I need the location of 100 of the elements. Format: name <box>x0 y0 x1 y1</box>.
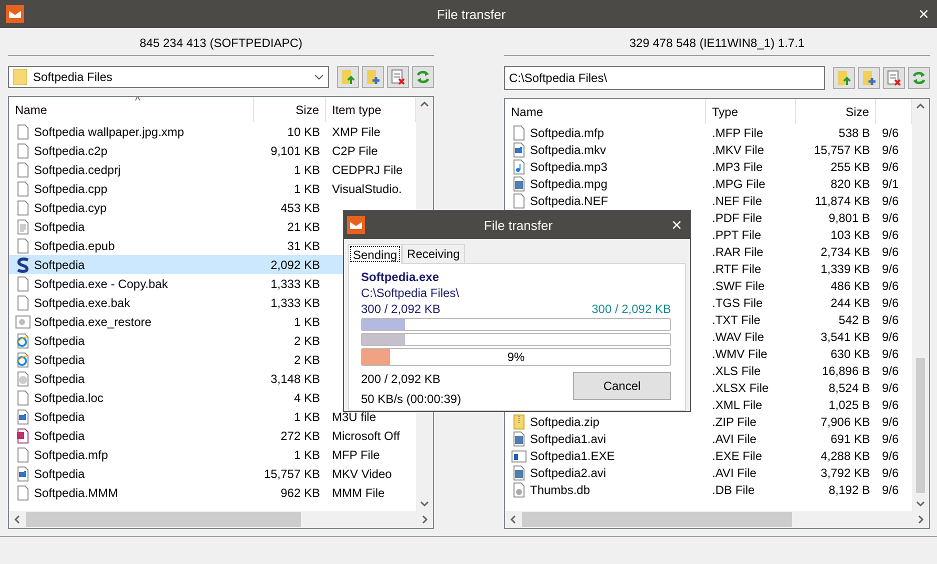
done-amount: 200 / 2,092 KB <box>361 372 442 386</box>
file-name: Softpedia.exe.bak <box>34 296 130 310</box>
file-name: Softpedia.c2p <box>34 144 108 158</box>
file-size: 16,896 B <box>822 364 870 378</box>
file-date: 9/6 <box>882 296 899 310</box>
file-type: .PDF File <box>712 210 762 224</box>
file-size: 31 KB <box>287 238 320 252</box>
file-size: 453 KB <box>280 200 320 214</box>
file-date: 9/6 <box>882 278 899 292</box>
computer-label: 845 234 413 (SOFTPEDIAPC) <box>8 30 434 56</box>
file-date: 9/6 <box>882 414 899 428</box>
file-type: .MFP File <box>712 126 764 140</box>
file-size: 3,148 KB <box>270 372 320 386</box>
file-size: 4,288 KB <box>820 448 870 462</box>
file-size: 2 KB <box>294 352 320 366</box>
file-size: 1,339 KB <box>820 262 870 276</box>
file-name: Softpedia.NEF <box>530 194 608 208</box>
percent-label: 9% <box>507 350 525 364</box>
file-size: 10 KB <box>287 124 320 138</box>
file-type: .MKV File <box>712 142 764 156</box>
file-size: 820 KB <box>830 176 870 190</box>
file-size: 3,792 KB <box>820 466 870 480</box>
file-type: .TXT File <box>712 312 760 326</box>
file-date: 9/6 <box>882 448 899 462</box>
file-name: Softpedia <box>34 410 85 424</box>
file-name: Softpedia.mfp <box>34 448 108 462</box>
file-type: .WAV File <box>712 330 764 344</box>
file-size: 21 KB <box>287 220 320 234</box>
file-size: 2,734 KB <box>820 244 870 258</box>
file-size: 8,524 B <box>828 380 870 394</box>
file-size: 1 KB <box>294 182 320 196</box>
file-name: Softpedia1.EXE <box>530 448 615 462</box>
file-path: C:\Softpedia Files\ <box>361 286 460 300</box>
file-size: 9,801 B <box>828 210 870 224</box>
computer-label: 329 478 548 (IE11WIN8_1) 1.7.1 <box>504 30 930 56</box>
file-date: 9/6 <box>882 432 899 446</box>
file-size: 255 KB <box>830 160 870 174</box>
file-name: Softpedia.exe_restore <box>34 314 152 328</box>
file-type: M3U file <box>332 410 376 424</box>
file-type: .RTF File <box>712 262 762 276</box>
file-date: 9/6 <box>882 364 899 378</box>
file-name: Softpedia.loc <box>34 390 104 404</box>
file-size: 103 KB <box>830 228 870 242</box>
file-name: Softpedia.MMM <box>34 486 118 500</box>
file-type: .XLS File <box>712 364 761 378</box>
file-date: 9/6 <box>882 346 899 360</box>
file-type: .EXE File <box>712 448 762 462</box>
file-date: 9/6 <box>882 482 899 496</box>
file-size: 630 KB <box>830 346 870 360</box>
file-name: Softpedia2.avi <box>530 466 606 480</box>
file-type: MMM File <box>332 486 385 500</box>
window-title: File transfer <box>436 6 507 22</box>
file-date: 9/6 <box>882 142 899 156</box>
file-name: Softpedia <box>34 352 85 366</box>
file-date: 9/1 <box>882 176 899 190</box>
file-name: Softpedia.cyp <box>34 200 107 214</box>
file-type: C2P File <box>332 144 378 158</box>
file-date: 9/6 <box>882 228 899 242</box>
file-type: .RAR File <box>712 244 764 258</box>
file-date: 9/6 <box>882 330 899 344</box>
file-size: 1,333 KB <box>270 276 320 290</box>
file-date: 9/6 <box>882 398 899 412</box>
file-size: 272 KB <box>280 428 320 442</box>
file-name: Softpedia.cpp <box>34 182 108 196</box>
file-name: Softpedia.zip <box>530 414 600 428</box>
file-date: 9/6 <box>882 380 899 394</box>
file-name: Softpedia <box>34 428 85 442</box>
file-type: MFP File <box>332 448 380 462</box>
file-date: 9/6 <box>882 466 899 480</box>
file-size: 8,192 B <box>828 482 870 496</box>
file-name: Softpedia <box>34 466 85 480</box>
file-date: 9/6 <box>882 244 899 258</box>
file-size: 1 KB <box>294 314 320 328</box>
file-size: 1,333 KB <box>270 296 320 310</box>
file-name: Softpedia <box>34 372 85 386</box>
file-type: .PPT File <box>712 228 762 242</box>
file-type: .SWF File <box>712 278 765 292</box>
file-date: 9/6 <box>882 262 899 276</box>
file-size: 11,874 KB <box>814 194 870 208</box>
file-type: Microsoft Off <box>332 428 400 442</box>
file-size: 3,541 KB <box>820 330 870 344</box>
sent-amount: 300 / 2,092 KB <box>361 302 440 316</box>
file-size: 2,092 KB <box>270 258 320 272</box>
speed-label: 50 KB/s (00:00:39) <box>361 392 462 406</box>
received-amount: 300 / 2,092 KB <box>592 302 671 316</box>
file-size: 9,101 KB <box>270 144 320 158</box>
file-name: Softpedia.mpg <box>530 176 608 190</box>
file-size: 1 KB <box>294 410 320 424</box>
file-type: .XLSX File <box>712 380 769 394</box>
file-size: 542 B <box>838 312 870 326</box>
file-type: MKV Video <box>332 466 392 480</box>
file-size: 1,025 B <box>828 398 870 412</box>
file-type: CEDPRJ File <box>332 162 403 176</box>
file-name: Softpedia.mp3 <box>530 160 608 174</box>
file-size: 1 KB <box>294 162 320 176</box>
dialog-title: File transfer <box>482 218 554 232</box>
file-size: 538 B <box>838 126 870 140</box>
file-type: .ZIP File <box>712 414 756 428</box>
file-size: 15,757 KB <box>264 466 320 480</box>
file-name: Softpedia.mkv <box>530 142 606 156</box>
